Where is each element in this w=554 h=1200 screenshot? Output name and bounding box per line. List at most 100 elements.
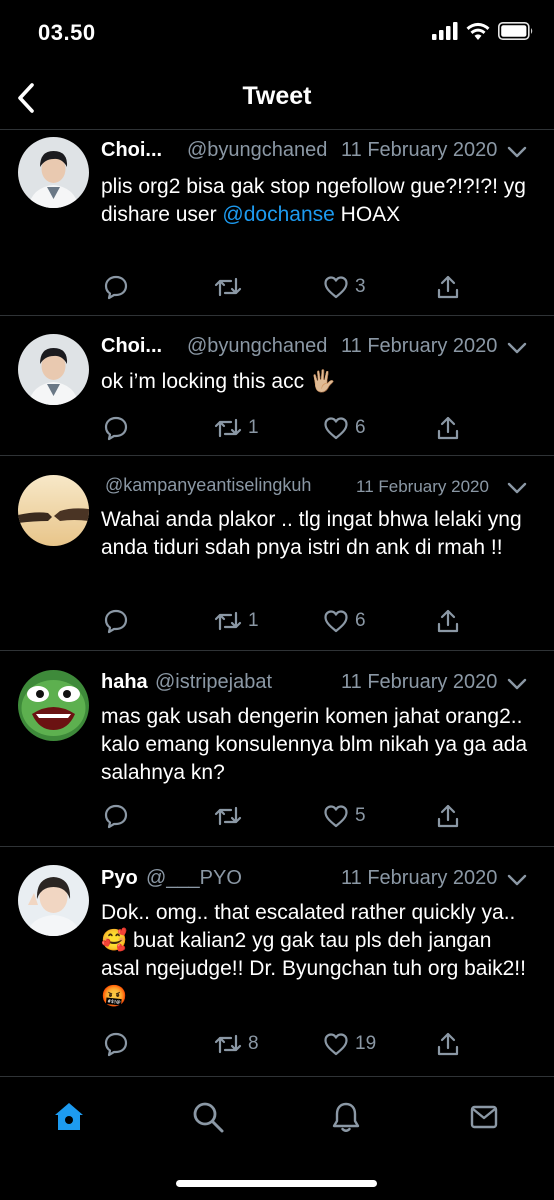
like-button[interactable]: 5 (323, 801, 366, 831)
chevron-down-icon (507, 678, 527, 690)
share-button[interactable] (436, 272, 460, 302)
share-button[interactable] (436, 413, 460, 443)
like-button[interactable]: 19 (323, 1029, 376, 1059)
user-handle[interactable]: @___PYO (146, 867, 242, 890)
reply-icon (104, 609, 128, 634)
notifications-icon (332, 1102, 360, 1132)
doctor-avatar-icon (18, 334, 89, 405)
retweet-count: 1 (248, 417, 259, 438)
retweet-icon (214, 611, 242, 631)
messages-icon (470, 1105, 498, 1129)
holding-hands-avatar-icon (18, 475, 89, 546)
tweet[interactable]: Choi... @byungchaned 11 February 2020 ok… (0, 316, 554, 456)
more-options-button[interactable] (506, 141, 530, 163)
avatar[interactable] (18, 137, 89, 208)
tweet[interactable]: Choi... @byungchaned 11 February 2020 pl… (0, 131, 554, 316)
user-handle[interactable]: @byungchaned (187, 139, 327, 162)
like-count: 6 (355, 417, 366, 438)
retweet-button[interactable]: 1 (214, 606, 259, 636)
tweet-date: 11 February 2020 (356, 477, 489, 496)
tab-home[interactable] (47, 1097, 91, 1137)
tab-messages[interactable] (462, 1097, 506, 1137)
tweet[interactable]: haha @istripejabat 11 February 2020 mas … (0, 651, 554, 847)
tweet[interactable]: Pyo @___PYO 11 February 2020 Dok.. omg..… (0, 847, 554, 1074)
tweet-header: Choi... @byungchaned 11 February 2020 (101, 139, 530, 167)
pepe-frog-avatar-icon (18, 670, 89, 741)
retweet-button[interactable]: 1 (214, 413, 259, 443)
status-bar: 03.50 (0, 0, 554, 68)
heart-icon (324, 276, 348, 299)
display-name[interactable]: haha (101, 671, 148, 694)
share-button[interactable] (436, 606, 460, 636)
tweet[interactable]: @kampanyeantiselingkuh 11 February 2020 … (0, 456, 554, 651)
share-icon (437, 804, 459, 828)
tweet-header: Pyo @___PYO 11 February 2020 (101, 867, 530, 895)
retweet-count: 8 (248, 1033, 259, 1054)
reply-button[interactable] (103, 606, 129, 636)
avatar[interactable] (18, 670, 89, 741)
battery-icon (498, 22, 533, 40)
tweet-text: Dok.. omg.. that escalated rather quickl… (101, 899, 534, 1011)
home-icon (55, 1103, 83, 1130)
reply-button[interactable] (103, 272, 129, 302)
tab-notifications[interactable] (324, 1097, 368, 1137)
display-name[interactable]: Choi... (101, 335, 162, 358)
tab-search[interactable] (186, 1097, 230, 1137)
reply-button[interactable] (103, 801, 129, 831)
display-name[interactable]: Choi... (101, 139, 162, 162)
reply-icon (104, 275, 128, 300)
avatar[interactable] (18, 334, 89, 405)
signal-icon (432, 22, 458, 40)
home-indicator[interactable] (176, 1180, 377, 1187)
reply-button[interactable] (103, 1029, 129, 1059)
tweet-header: @kampanyeantiselingkuh 11 February 2020 (101, 475, 530, 503)
chevron-down-icon (507, 342, 527, 354)
display-name[interactable]: Pyo (101, 867, 138, 890)
tweet-text: mas gak usah dengerin komen jahat orang2… (101, 703, 534, 787)
tweet-actions: 5 (103, 801, 463, 831)
user-handle[interactable]: @kampanyeantiselingkuh (105, 475, 311, 496)
more-options-button[interactable] (506, 869, 530, 891)
heart-icon (324, 1033, 348, 1056)
doctor-avatar-icon (18, 137, 89, 208)
chevron-down-icon (507, 874, 527, 886)
like-count: 3 (355, 276, 366, 297)
like-count: 5 (355, 805, 366, 826)
more-options-button[interactable] (506, 337, 530, 359)
tweet-text-part: HOAX (334, 203, 401, 226)
mention-link[interactable]: @dochanse (222, 203, 334, 226)
tweet-text-part: Wahai anda plakor .. tlg ingat bhwa lela… (101, 508, 522, 559)
retweet-icon (214, 418, 242, 438)
like-button[interactable]: 6 (323, 606, 366, 636)
tweet-header: haha @istripejabat 11 February 2020 (101, 671, 530, 699)
tweet-text: plis org2 bisa gak stop ngefollow gue?!?… (101, 173, 534, 229)
heart-icon (324, 610, 348, 633)
tweet-feed[interactable]: Choi... @byungchaned 11 February 2020 pl… (0, 131, 554, 1074)
avatar[interactable] (18, 865, 89, 936)
share-button[interactable] (436, 1029, 460, 1059)
tweet-text-part: mas gak usah dengerin komen jahat orang2… (101, 705, 528, 784)
tweet-date: 11 February 2020 (341, 867, 498, 889)
user-handle[interactable]: @istripejabat (155, 671, 272, 694)
like-count: 6 (355, 610, 366, 631)
reply-button[interactable] (103, 413, 129, 443)
like-button[interactable]: 3 (323, 272, 366, 302)
retweet-button[interactable]: 8 (214, 1029, 259, 1059)
like-button[interactable]: 6 (323, 413, 366, 443)
status-icons (432, 22, 534, 40)
share-icon (437, 275, 459, 299)
tweet-date: 11 February 2020 (341, 139, 498, 161)
retweet-icon (214, 1034, 242, 1054)
more-options-button[interactable] (506, 477, 530, 499)
tweet-text: Wahai anda plakor .. tlg ingat bhwa lela… (101, 506, 534, 562)
share-button[interactable] (436, 801, 460, 831)
avatar[interactable] (18, 475, 89, 546)
share-icon (437, 609, 459, 633)
retweet-count: 1 (248, 610, 259, 631)
user-handle[interactable]: @byungchaned (187, 335, 327, 358)
more-options-button[interactable] (506, 673, 530, 695)
retweet-button[interactable] (214, 272, 248, 302)
retweet-button[interactable] (214, 801, 248, 831)
tweet-text-part: ok i’m locking this acc 🖐🏼 (101, 370, 337, 393)
status-time: 03.50 (38, 20, 96, 45)
